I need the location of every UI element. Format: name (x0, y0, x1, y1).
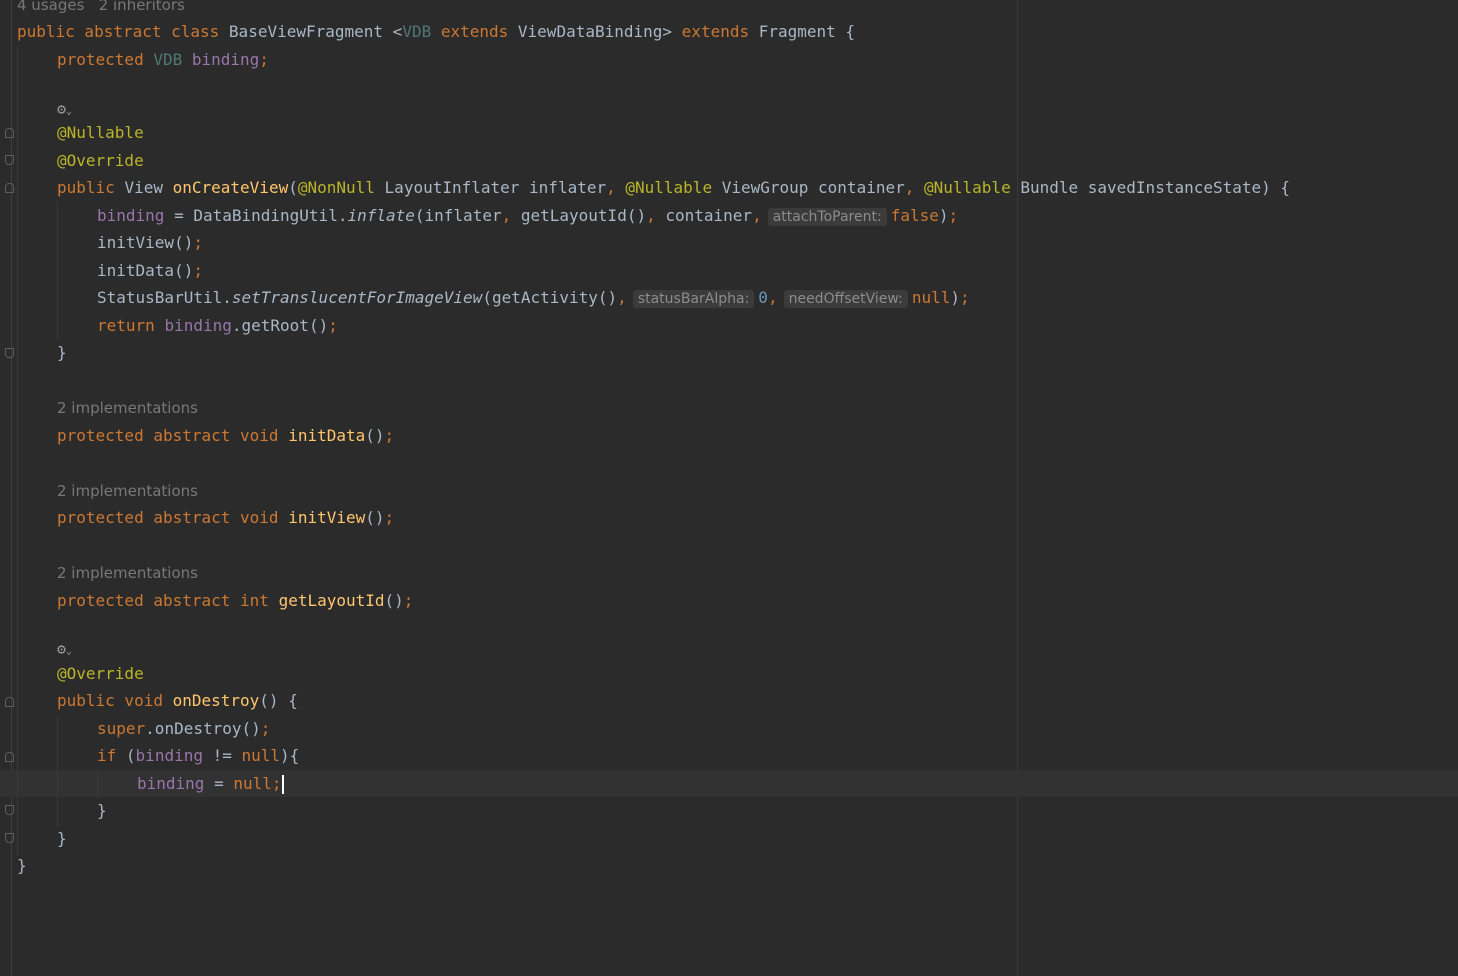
code-line[interactable]: initData(); (97, 257, 203, 284)
usages-hint[interactable]: 4 usages (17, 0, 84, 14)
indent-guide (17, 46, 18, 856)
fold-marker-icon[interactable] (5, 697, 14, 707)
code-line[interactable]: @Override (57, 660, 144, 687)
code-line[interactable]: StatusBarUtil.setTranslucentForImageView… (97, 284, 970, 311)
implementations-hint[interactable]: 2 implementations (57, 399, 198, 417)
code-line[interactable]: public View onCreateView(@NonNull Layout… (57, 174, 1290, 201)
fold-marker-icon[interactable] (5, 128, 14, 138)
indent-guide (97, 770, 98, 798)
code-line[interactable]: protected abstract int getLayoutId(); (57, 587, 413, 614)
inlay-hint-need-offset-view: needOffsetView: (783, 290, 908, 308)
code-line[interactable]: if (binding != null){ (97, 742, 299, 769)
fold-marker-icon[interactable] (5, 155, 14, 165)
text-caret (281, 775, 284, 794)
indent-guide (57, 716, 58, 826)
fold-marker-icon[interactable] (5, 833, 14, 843)
fold-marker-icon[interactable] (5, 752, 14, 762)
code-line[interactable]: } (57, 825, 67, 852)
code-line[interactable]: binding = DataBindingUtil.inflate(inflat… (97, 202, 958, 229)
right-margin-guide (1017, 0, 1018, 976)
implementations-hint[interactable]: 2 implementations (57, 482, 198, 500)
gear-icon[interactable]: ⚙⌄ (57, 102, 72, 119)
inheritors-hint[interactable]: 2 inheritors (99, 0, 185, 14)
code-line[interactable]: @Nullable (57, 119, 144, 146)
implementations-hint[interactable]: 2 implementations (57, 564, 198, 582)
fold-marker-icon[interactable] (5, 348, 14, 358)
fold-marker-icon[interactable] (5, 183, 14, 193)
code-line[interactable]: } (57, 339, 67, 366)
fold-marker-icon[interactable] (5, 805, 14, 815)
code-line[interactable]: super.onDestroy(); (97, 715, 270, 742)
indent-guide (57, 202, 58, 340)
code-vision-hint[interactable]: 4 usages 2 inheritors (17, 0, 185, 14)
code-line[interactable]: public void onDestroy() { (57, 687, 298, 714)
code-line[interactable]: } (17, 852, 27, 879)
editor-gutter[interactable] (0, 0, 12, 976)
code-line[interactable]: binding = null; (137, 770, 284, 797)
code-line[interactable]: @Override (57, 147, 144, 174)
inlay-hint-attach-to-parent: attachToParent: (767, 208, 887, 226)
code-line[interactable]: protected abstract void initView(); (57, 504, 394, 531)
code-line[interactable]: } (97, 797, 107, 824)
code-line[interactable]: protected abstract void initData(); (57, 422, 394, 449)
code-line[interactable]: initView(); (97, 229, 203, 256)
gear-icon[interactable]: ⚙⌄ (57, 642, 72, 659)
chevron-down-icon[interactable]: ⌄ (66, 646, 72, 657)
inlay-hint-status-bar-alpha: statusBarAlpha: (632, 290, 755, 308)
code-line[interactable]: protected VDB binding; (57, 46, 269, 73)
code-line[interactable]: return binding.getRoot(); (97, 312, 338, 339)
chevron-down-icon[interactable]: ⌄ (66, 106, 72, 117)
code-line[interactable]: public abstract class BaseViewFragment <… (17, 18, 855, 45)
